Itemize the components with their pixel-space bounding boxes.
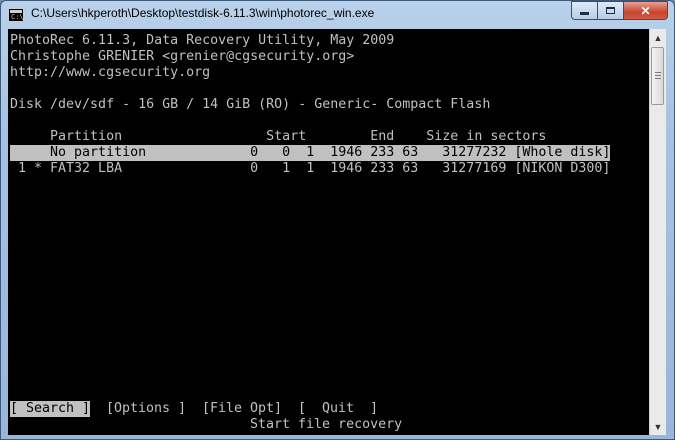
scroll-thumb[interactable] <box>651 47 664 105</box>
header-line-2: Christophe GRENIER <grenier@cgsecurity.o… <box>10 49 355 64</box>
partition-table-header: Partition Start End Size in sectors <box>10 129 547 144</box>
console-app-icon[interactable]: C:\ <box>8 8 24 22</box>
icon-prompt: C:\ <box>11 13 24 21</box>
window-controls: ✕ <box>571 1 668 21</box>
close-icon: ✕ <box>640 3 651 18</box>
title-bar[interactable]: C:\ C:\Users\hkperoth\Desktop\testdisk-6… <box>1 1 674 29</box>
menu-search[interactable]: [ Search ] <box>10 401 91 417</box>
grip-line <box>655 78 661 79</box>
scroll-up-icon[interactable]: ▲ <box>650 29 666 46</box>
partition-row-fat32[interactable]: 1 * FAT32 LBA 0 1 1 1946 233 63 31277169… <box>10 161 610 177</box>
console-window: C:\ C:\Users\hkperoth\Desktop\testdisk-6… <box>0 0 675 440</box>
maximize-icon <box>606 7 615 14</box>
minimize-icon <box>580 12 589 15</box>
console-output[interactable]: PhotoRec 6.11.3, Data Recovery Utility, … <box>8 29 649 435</box>
close-button[interactable]: ✕ <box>624 1 668 20</box>
menu-hint: Start file recovery <box>250 417 403 432</box>
menu-quit[interactable]: [ Quit ] <box>298 401 378 417</box>
minimize-button[interactable] <box>571 1 598 20</box>
grip-line <box>655 72 661 73</box>
grip-line <box>655 75 661 76</box>
header-line-1: PhotoRec 6.11.3, Data Recovery Utility, … <box>10 33 395 48</box>
disk-info: Disk /dev/sdf - 16 GB / 14 GiB (RO) - Ge… <box>10 97 491 112</box>
menu-options[interactable]: [Options ] <box>106 401 186 417</box>
vertical-scrollbar[interactable]: ▲ ▼ <box>649 29 666 435</box>
partition-row-whole-disk[interactable]: No partition 0 0 1 1946 233 63 31277232 … <box>10 145 611 161</box>
scroll-down-icon[interactable]: ▼ <box>650 418 666 435</box>
maximize-button[interactable] <box>598 1 624 20</box>
window-title: C:\Users\hkperoth\Desktop\testdisk-6.11.… <box>31 6 375 20</box>
menu-file-opt[interactable]: [File Opt] <box>202 401 282 417</box>
header-line-3: http://www.cgsecurity.org <box>10 65 211 80</box>
